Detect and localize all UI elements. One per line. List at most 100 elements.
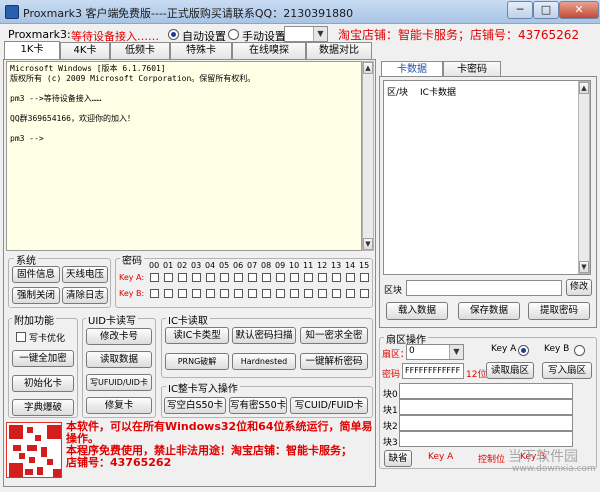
sector-header-15: 15 <box>359 261 370 270</box>
key-a-checkbox-14[interactable] <box>346 273 355 282</box>
key-b-checkbox-13[interactable] <box>332 289 341 298</box>
key-b-checkbox-15[interactable] <box>360 289 369 298</box>
password-length: 12位 <box>466 370 487 380</box>
key-b-checkbox-12[interactable] <box>318 289 327 298</box>
key-a-checkbox-1[interactable] <box>164 273 173 282</box>
block-2-input[interactable] <box>399 415 573 431</box>
key-a-checkbox-9[interactable] <box>276 273 285 282</box>
key-b-checkbox-14[interactable] <box>346 289 355 298</box>
block-1-label: 块1 <box>383 406 398 416</box>
console-scrollbar[interactable]: ▲ ▼ <box>362 61 374 251</box>
prng-crack-button[interactable]: PRNG破解 <box>165 353 229 370</box>
hardnested-button[interactable]: Hardnested <box>232 353 296 370</box>
key-a-checkbox-15[interactable] <box>360 273 369 282</box>
dictionary-attack-button[interactable]: 字典爆破 <box>12 399 74 416</box>
key-b-radio[interactable] <box>574 345 585 356</box>
key-a-checkbox-4[interactable] <box>206 273 215 282</box>
clear-log-button[interactable]: 清除日志 <box>62 287 108 304</box>
default-button[interactable]: 缺省 <box>384 450 412 467</box>
key-a-checkbox-8[interactable] <box>262 273 271 282</box>
scroll-down-icon[interactable]: ▼ <box>579 261 589 273</box>
change-uid-button[interactable]: 修改卡号 <box>86 328 152 345</box>
key-b-checkbox-10[interactable] <box>290 289 299 298</box>
key-a-checkbox-0[interactable] <box>150 273 159 282</box>
key-a-radio[interactable] <box>518 345 529 356</box>
key-b-checkbox-1[interactable] <box>164 289 173 298</box>
block-1-input[interactable] <box>399 399 573 415</box>
write-keyed-s50-button[interactable]: 写有密S50卡 <box>229 397 287 414</box>
key-b-checkbox-8[interactable] <box>262 289 271 298</box>
read-sector-button[interactable]: 读取扇区 <box>486 362 534 379</box>
minimize-button[interactable]: ─ <box>507 1 533 19</box>
load-data-button[interactable]: 载入数据 <box>386 302 448 320</box>
extract-key-button[interactable]: 提取密码 <box>528 302 590 320</box>
footer-line-1: 本软件，可以在所有Windows32位和64位系统运行，简单易 <box>66 420 373 433</box>
nested-attack-button[interactable]: 知一密求全密 <box>300 327 368 344</box>
key-b-checkbox-0[interactable] <box>150 289 159 298</box>
key-a-checkbox-13[interactable] <box>332 273 341 282</box>
tab-compare[interactable]: 数据对比 <box>306 42 372 59</box>
key-a-checkbox-12[interactable] <box>318 273 327 282</box>
default-key-scan-button[interactable]: 默认密码扫描 <box>232 327 296 344</box>
key-b-checkbox-6[interactable] <box>234 289 243 298</box>
sector-header-10: 10 <box>289 261 300 270</box>
key-b-checkbox-4[interactable] <box>206 289 215 298</box>
console-output[interactable]: Microsoft Windows [版本 6.1.7601] 版权所有 (c)… <box>6 61 362 251</box>
device-status-label: Proxmark3: <box>8 28 71 41</box>
write-blank-s50-button[interactable]: 写空白S50卡 <box>164 397 226 414</box>
auto-setting-radio[interactable] <box>168 29 179 40</box>
scroll-up-icon[interactable]: ▲ <box>579 82 589 94</box>
key-a-checkbox-3[interactable] <box>192 273 201 282</box>
tab-card-data[interactable]: 卡数据 <box>381 61 443 77</box>
uid-group-title: UID卡读写 <box>86 312 138 327</box>
port-select[interactable]: ▼ <box>284 26 328 42</box>
tab-low-freq[interactable]: 低频卡 <box>110 42 170 59</box>
edit-button[interactable]: 修改 <box>566 279 592 296</box>
scroll-down-icon[interactable]: ▼ <box>363 238 373 250</box>
antenna-voltage-button[interactable]: 天线电压 <box>62 266 108 283</box>
key-b-checkbox-11[interactable] <box>304 289 313 298</box>
block-3-input[interactable] <box>399 431 573 447</box>
tab-4k[interactable]: 4K卡 <box>60 42 110 59</box>
manual-setting-radio[interactable] <box>228 29 239 40</box>
repair-card-button[interactable]: 修复卡 <box>86 397 152 414</box>
watermark-url: www.downxia.com <box>512 464 596 474</box>
tab-special[interactable]: 特殊卡 <box>170 42 232 59</box>
key-a-checkbox-6[interactable] <box>234 273 243 282</box>
scroll-up-icon[interactable]: ▲ <box>363 62 373 74</box>
firmware-info-button[interactable]: 固件信息 <box>12 266 60 283</box>
maximize-button[interactable]: □ <box>533 1 559 19</box>
one-click-decode-button[interactable]: 一键解析密码 <box>300 353 368 370</box>
key-b-checkbox-3[interactable] <box>192 289 201 298</box>
tab-1k[interactable]: 1K卡 <box>4 41 60 60</box>
write-optimize-checkbox[interactable] <box>16 332 26 342</box>
read-ic-type-button[interactable]: 读IC卡类型 <box>165 327 229 344</box>
write-cuid-fuid-button[interactable]: 写CUID/FUID卡 <box>290 397 368 414</box>
key-b-checkbox-5[interactable] <box>220 289 229 298</box>
key-a-checkbox-10[interactable] <box>290 273 299 282</box>
force-close-button[interactable]: 强制关闭 <box>12 287 60 304</box>
block-0-input[interactable] <box>399 383 573 399</box>
encrypt-all-button[interactable]: 一键全加密 <box>12 350 74 367</box>
password-input[interactable]: FFFFFFFFFFFF <box>402 363 464 379</box>
key-b-checkbox-2[interactable] <box>178 289 187 298</box>
key-a-checkbox-2[interactable] <box>178 273 187 282</box>
save-data-button[interactable]: 保存数据 <box>458 302 520 320</box>
key-b-checkbox-7[interactable] <box>248 289 257 298</box>
write-uid-card-button[interactable]: 写UFUID/UID卡 <box>86 374 152 391</box>
close-button[interactable]: ✕ <box>559 1 599 19</box>
card-data-list[interactable] <box>383 80 591 275</box>
key-a-field-label: Key A <box>428 452 454 462</box>
key-a-checkbox-11[interactable] <box>304 273 313 282</box>
init-card-button[interactable]: 初始化卡 <box>12 375 74 392</box>
key-a-checkbox-5[interactable] <box>220 273 229 282</box>
write-sector-button[interactable]: 写入扇区 <box>542 362 592 379</box>
data-list-scrollbar[interactable]: ▲ ▼ <box>578 81 590 274</box>
key-b-checkbox-9[interactable] <box>276 289 285 298</box>
block-input[interactable] <box>406 280 562 296</box>
key-a-checkbox-7[interactable] <box>248 273 257 282</box>
read-data-button[interactable]: 读取数据 <box>86 351 152 368</box>
sector-select[interactable]: 0 ▼ <box>406 344 464 360</box>
tab-card-keys[interactable]: 卡密码 <box>443 61 501 77</box>
tab-sniff[interactable]: 在线嗅探 <box>232 42 306 59</box>
